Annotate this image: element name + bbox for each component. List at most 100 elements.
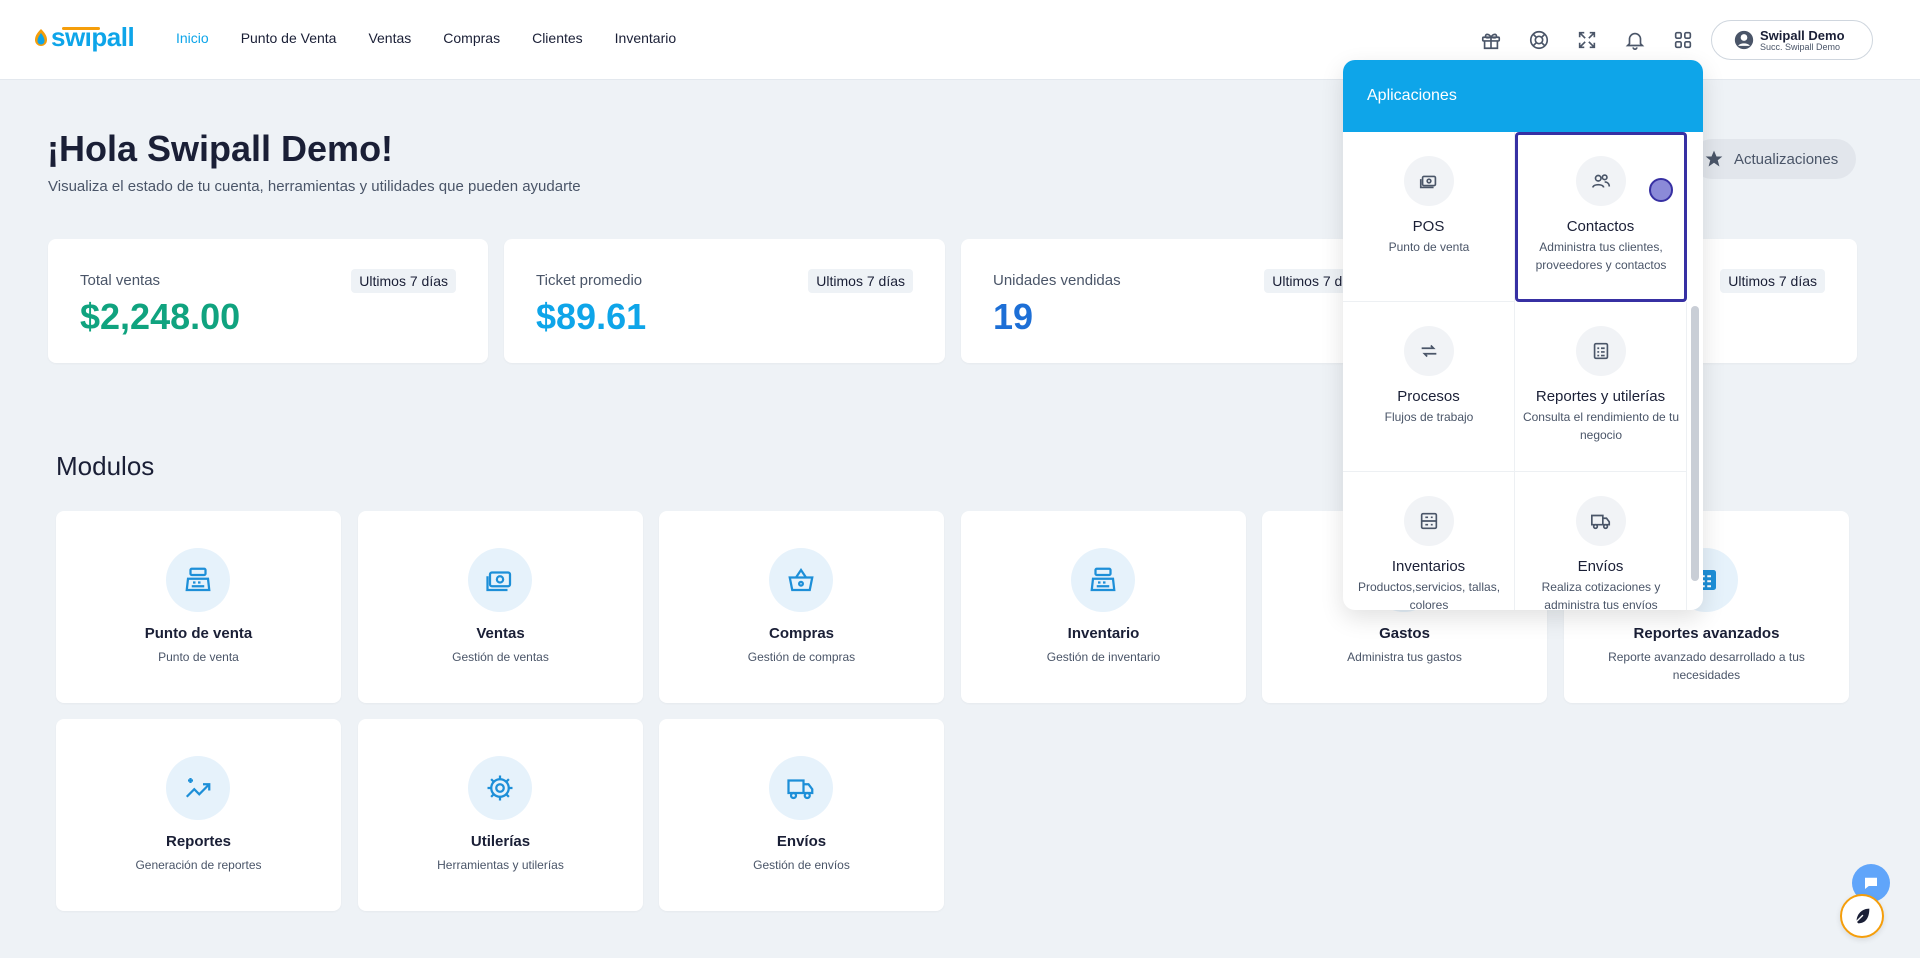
inventory-icon (1404, 496, 1454, 546)
updates-button[interactable]: Actualizaciones (1692, 139, 1856, 179)
app-item-procesos[interactable]: Procesos Flujos de trabajo (1343, 302, 1515, 472)
stat-value: 19 (993, 296, 1034, 337)
app-desc: Administra tus clientes, proveedores y c… (1535, 240, 1667, 272)
app-name: Procesos (1397, 388, 1460, 405)
module-title: Punto de venta (144, 625, 253, 642)
basket-icon (769, 548, 833, 612)
app-name: Envíos (1577, 558, 1624, 575)
star-icon (1705, 150, 1723, 167)
apps-title: Aplicaciones (1367, 87, 1457, 104)
module-desc: Administra tus gastos (1347, 650, 1462, 664)
app-name: POS (1412, 218, 1445, 235)
module-title: Reportes (165, 833, 232, 850)
module-desc: Reporte avanzado desarrollado a tus nece… (1608, 650, 1805, 682)
module-card-reportes[interactable]: Reportes Generación de reportes (56, 719, 341, 911)
nav-item-inicio[interactable]: Inicio (176, 30, 209, 46)
stat-label: Ticket promedio (536, 272, 643, 289)
stat-value: $2,248.00 (80, 296, 241, 337)
apps-dropdown: Aplicaciones POS Punto de venta Contacto… (1343, 60, 1703, 610)
module-desc: Gestión de envíos (753, 858, 850, 872)
period-badge[interactable]: Ultimos 7 días (351, 269, 456, 293)
app-desc: Punto de venta (1388, 240, 1470, 254)
apps-grid: POS Punto de venta Contactos Administra … (1343, 132, 1687, 610)
app-name: Inventarios (1391, 558, 1466, 575)
nav-item-clientes[interactable]: Clientes (532, 30, 583, 46)
cash-register-icon (166, 548, 230, 612)
logo-mark-icon (35, 28, 47, 46)
brand-assistant-button[interactable] (1840, 894, 1884, 938)
stat-card-ticket-promedio: Ticket promedio Ultimos 7 días $89.61 (504, 239, 945, 363)
contacts-icon (1576, 156, 1626, 206)
app-item-reportes-utilerias[interactable]: Reportes y utilerías Consulta el rendimi… (1515, 302, 1687, 472)
app-item-inventarios[interactable]: Inventarios Productos,servicios, tallas,… (1343, 472, 1515, 610)
updates-label: Actualizaciones (1734, 150, 1839, 168)
module-title: Ventas (476, 625, 525, 642)
app-item-contactos[interactable]: Contactos Administra tus clientes, prove… (1515, 132, 1687, 302)
workflow-icon (1404, 326, 1454, 376)
module-card-ventas[interactable]: Ventas Gestión de ventas (358, 511, 643, 703)
module-card-inventario[interactable]: Inventario Gestión de inventario (961, 511, 1246, 703)
cash-register-icon (1071, 548, 1135, 612)
gear-icon (468, 756, 532, 820)
gift-icon[interactable] (1478, 27, 1504, 53)
module-title: Compras (768, 625, 835, 642)
stat-card-total-ventas: Total ventas Ultimos 7 días $2,248.00 (48, 239, 488, 363)
apps-grid-icon[interactable] (1670, 27, 1696, 53)
period-badge[interactable]: Ultimos 7 días (1720, 269, 1825, 293)
feather-icon (1854, 908, 1870, 924)
app-desc: Consulta el rendimiento de tu negocio (1522, 410, 1680, 442)
module-desc: Gestión de compras (747, 650, 856, 664)
truck-icon (769, 756, 833, 820)
module-desc: Gestión de ventas (452, 650, 549, 664)
page-title: ¡Hola Swipall Demo! (47, 128, 394, 169)
module-desc: Gestión de inventario (1046, 650, 1161, 664)
money-icon (468, 548, 532, 612)
module-desc: Herramientas y utilerías (437, 858, 564, 872)
logo-underline (62, 27, 100, 30)
top-icons (1478, 27, 1718, 53)
page-subtitle: Visualiza el estado de tu cuenta, herram… (48, 178, 581, 195)
lifebuoy-icon[interactable] (1526, 27, 1552, 53)
module-card-compras[interactable]: Compras Gestión de compras (659, 511, 944, 703)
nav-item-compras[interactable]: Compras (443, 30, 500, 46)
nav-item-punto-de-venta[interactable]: Punto de Venta (241, 30, 337, 46)
module-title: Gastos (1379, 625, 1430, 642)
user-menu-button[interactable]: Swipall Demo Succ. Swipall Demo (1711, 20, 1873, 60)
app-name: Contactos (1566, 218, 1635, 235)
report-list-icon (1576, 326, 1626, 376)
chat-icon (1865, 877, 1877, 889)
app-desc: Realiza cotizaciones y administra tus en… (1541, 580, 1661, 610)
app-item-pos[interactable]: POS Punto de venta (1343, 132, 1515, 302)
app-item-envios[interactable]: Envíos Realiza cotizaciones y administra… (1515, 472, 1687, 610)
app-name: Reportes y utilerías (1535, 388, 1666, 405)
pos-icon (1404, 156, 1454, 206)
app-desc: Flujos de trabajo (1384, 410, 1474, 424)
truck-icon (1576, 496, 1626, 546)
user-branch: Succ. Swipall Demo (1760, 41, 1841, 52)
main-nav: Inicio Punto de Venta Ventas Compras Cli… (176, 30, 708, 46)
apps-header: Aplicaciones (1343, 60, 1703, 132)
stat-value: $89.61 (536, 296, 647, 337)
stat-label: Unidades vendidas (993, 272, 1121, 289)
module-title: Inventario (1067, 625, 1140, 642)
modules-title: Modulos (56, 451, 155, 481)
app-desc: Productos,servicios, tallas, colores (1357, 580, 1501, 610)
user-avatar-icon (1734, 30, 1754, 50)
module-card-punto-de-venta[interactable]: Punto de venta Punto de venta (56, 511, 341, 703)
module-title: Reportes avanzados (1633, 625, 1780, 642)
stat-card-unidades-vendidas: Unidades vendidas Ultimos 7 días 19 (961, 239, 1401, 363)
module-title: Utilerías (470, 833, 531, 850)
nav-item-ventas[interactable]: Ventas (368, 30, 411, 46)
user-name: Swipall Demo (1760, 27, 1845, 43)
bell-icon[interactable] (1622, 27, 1648, 53)
stat-label: Total ventas (80, 272, 161, 289)
apps-scrollbar[interactable] (1691, 306, 1699, 581)
cursor-indicator (1649, 178, 1673, 202)
module-desc: Generación de reportes (135, 858, 262, 872)
module-card-utilerias[interactable]: Utilerías Herramientas y utilerías (358, 719, 643, 911)
nav-item-inventario[interactable]: Inventario (615, 30, 676, 46)
period-badge[interactable]: Ultimos 7 días (808, 269, 913, 293)
module-desc: Punto de venta (158, 650, 239, 664)
module-card-envios[interactable]: Envíos Gestión de envíos (659, 719, 944, 911)
fullscreen-icon[interactable] (1574, 27, 1600, 53)
